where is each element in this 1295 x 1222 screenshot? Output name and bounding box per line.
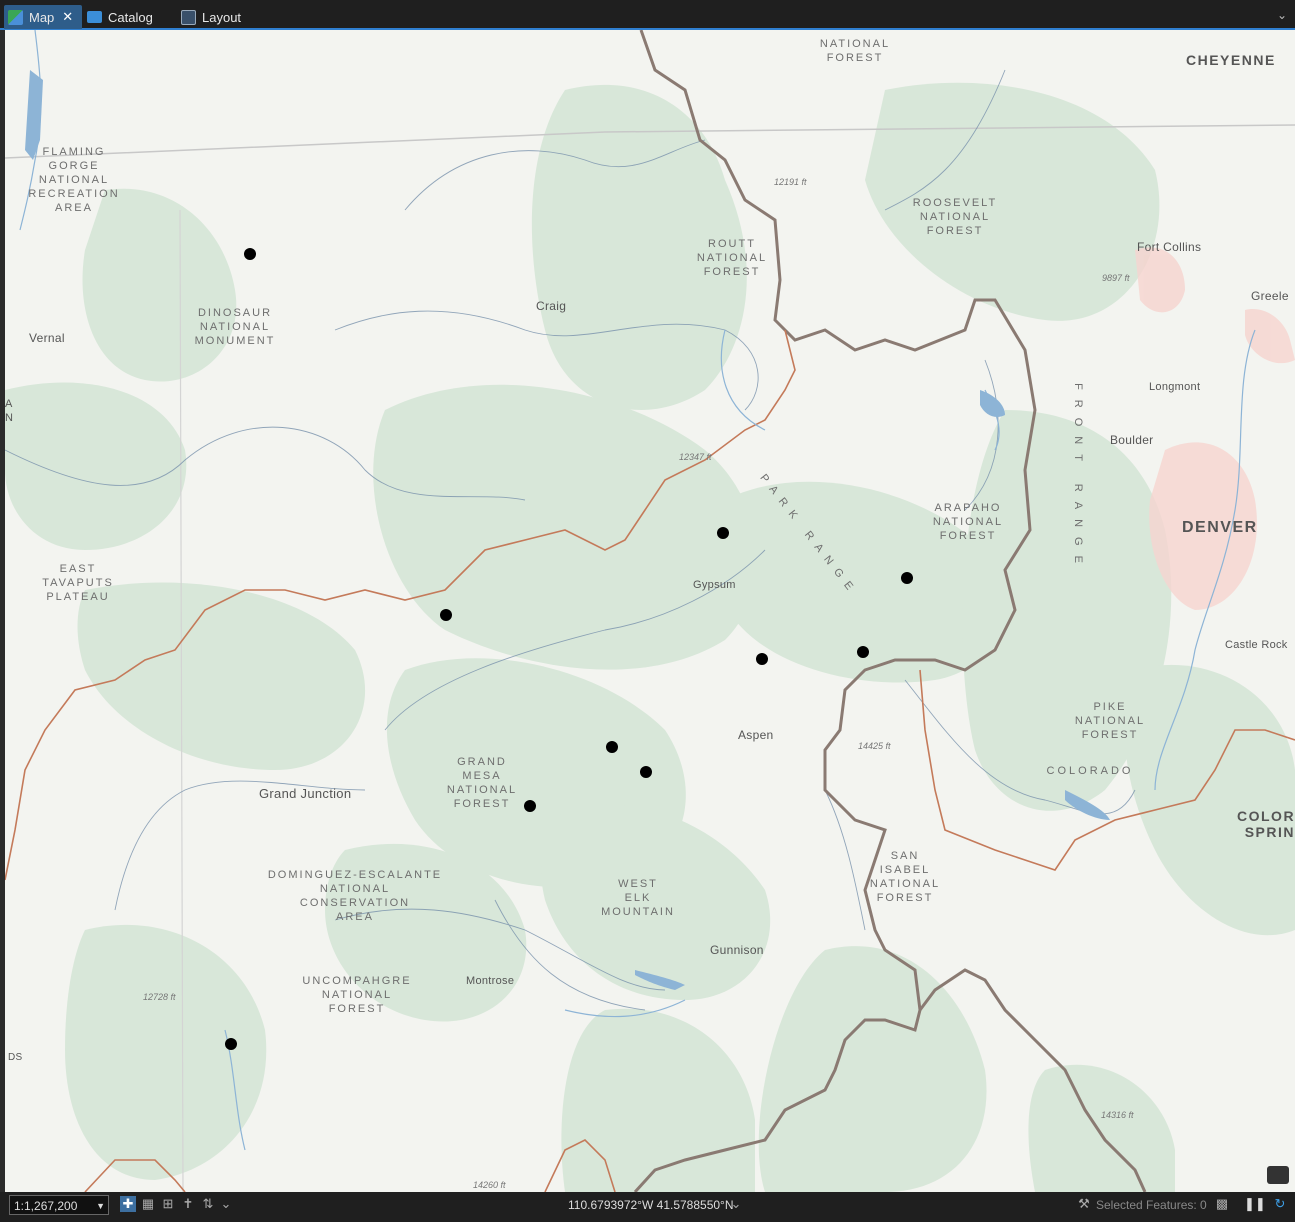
- elevation-label: 9897 ft: [1102, 273, 1130, 283]
- catalog-icon: [87, 11, 102, 23]
- city-label-grand-junction: Grand Junction: [259, 786, 352, 801]
- refresh-icon[interactable]: ↻: [1272, 1196, 1288, 1212]
- city-label-castle-rock: Castle Rock: [1225, 639, 1288, 651]
- north-arrow-icon[interactable]: ⇅: [200, 1196, 216, 1212]
- city-label-gypsum: Gypsum: [693, 579, 736, 591]
- city-label-aspen: Aspen: [738, 728, 774, 742]
- point-feature[interactable]: [440, 609, 452, 621]
- elevation-label: 12728 ft: [143, 992, 176, 1002]
- city-label-colorado-springs: COLORA SPRIN: [1237, 808, 1295, 840]
- city-label-craig: Craig: [536, 299, 567, 313]
- point-feature[interactable]: [225, 1038, 237, 1050]
- city-label-boulder: Boulder: [1110, 433, 1154, 447]
- map-view-tab-bar: Map ✕ Catalog Layout ⌄: [0, 0, 1295, 30]
- elevation-label: 12347 ft: [679, 452, 712, 462]
- chevron-down-icon[interactable]: ⌄: [1277, 8, 1287, 22]
- tab-catalog[interactable]: Catalog: [87, 5, 153, 29]
- basemap-graphics: [5, 30, 1295, 1192]
- area-label-national-forest-top: NATIONAL FOREST: [819, 38, 891, 64]
- elevation-label: 14425 ft: [858, 741, 891, 751]
- area-label-dinosaur: DINOSAUR NATIONAL MONUMENT: [194, 307, 276, 347]
- point-feature[interactable]: [857, 646, 869, 658]
- point-feature[interactable]: [640, 766, 652, 778]
- area-label-west-elk: WEST ELK MOUNTAIN: [601, 878, 675, 918]
- snapping-icon[interactable]: ⊞: [160, 1196, 176, 1212]
- city-label-montrose: Montrose: [466, 975, 515, 987]
- area-label-east-tavaputs: EAST TAVAPUTS PLATEAU: [42, 563, 114, 603]
- tab-layout[interactable]: Layout: [181, 5, 241, 29]
- tab-layout-label: Layout: [202, 9, 242, 25]
- area-label-uncompahgre: UNCOMPAHGRE NATIONAL FOREST: [302, 975, 412, 1015]
- navigator-icon[interactable]: [1267, 1166, 1289, 1184]
- area-label-grand-mesa: GRAND MESA NATIONAL FOREST: [446, 756, 518, 810]
- area-label-arapaho: ARAPAHO NATIONAL FOREST: [932, 502, 1004, 542]
- elevation-label: 14260 ft: [473, 1180, 506, 1190]
- tab-catalog-label: Catalog: [108, 9, 153, 25]
- constraint-icon[interactable]: ✝: [180, 1196, 196, 1212]
- area-label-flaming-gorge: FLAMING GORGE NATIONAL RECREATION AREA: [28, 146, 120, 214]
- scale-select[interactable]: 1:1,267,200 ▼: [9, 1195, 109, 1215]
- clear-selection-icon[interactable]: ▩: [1214, 1196, 1230, 1212]
- city-label-vernal: Vernal: [29, 331, 65, 345]
- area-label-san-isabel: SAN ISABEL NATIONAL FOREST: [869, 850, 941, 904]
- point-feature[interactable]: [901, 572, 913, 584]
- tab-map-label: Map: [29, 9, 55, 25]
- city-label-left-ds: DS: [8, 1052, 23, 1063]
- map-canvas[interactable]: FLAMING GORGE NATIONAL RECREATION AREA D…: [5, 30, 1295, 1192]
- pause-icon[interactable]: ❚❚: [1244, 1196, 1266, 1212]
- chevron-down-icon: ▼: [96, 1201, 105, 1211]
- coordinate-readout: 110.6793972°W 41.5788550°N: [568, 1198, 734, 1212]
- city-label-cheyenne: CHEYENNE: [1186, 52, 1276, 68]
- area-label-routt: ROUTT NATIONAL FOREST: [696, 238, 768, 278]
- city-label-longmont: Longmont: [1149, 381, 1201, 393]
- city-label-gunnison: Gunnison: [710, 943, 764, 957]
- selected-features-icon: ⚒: [1078, 1196, 1090, 1211]
- elevation-label: 14316 ft: [1101, 1110, 1134, 1120]
- area-label-pike: PIKE NATIONAL FOREST: [1074, 701, 1146, 741]
- area-label-colorado: COLORADO: [1046, 765, 1134, 777]
- city-label-fort-collins: Fort Collins: [1137, 240, 1202, 254]
- city-label-left-a: A N: [5, 398, 14, 424]
- map-icon: [8, 9, 23, 25]
- point-feature[interactable]: [606, 741, 618, 753]
- selected-features-count: Selected Features: 0: [1096, 1198, 1207, 1212]
- point-feature[interactable]: [756, 653, 768, 665]
- tab-map[interactable]: Map ✕: [4, 5, 82, 29]
- area-label-dominguez: DOMINGUEZ-ESCALANTE NATIONAL CONSERVATIO…: [267, 869, 443, 923]
- layout-icon: [181, 9, 196, 25]
- chevron-down-icon[interactable]: ⌄: [728, 1196, 744, 1212]
- chevron-down-icon[interactable]: ⌄: [218, 1196, 234, 1212]
- city-label-denver: DENVER: [1182, 519, 1258, 536]
- elevation-label: 12191 ft: [774, 177, 807, 187]
- city-label-greeley: Greele: [1251, 289, 1289, 303]
- point-feature[interactable]: [244, 248, 256, 260]
- area-label-front-range: FRONT RANGE: [1072, 383, 1084, 573]
- area-label-roosevelt: ROOSEVELT NATIONAL FOREST: [912, 197, 998, 237]
- close-icon[interactable]: ✕: [62, 9, 73, 25]
- navigate-tool-icon[interactable]: ✚: [120, 1196, 136, 1212]
- point-feature[interactable]: [717, 527, 729, 539]
- scale-value: 1:1,267,200: [14, 1199, 78, 1213]
- grid-icon[interactable]: ▦: [140, 1196, 156, 1212]
- map-status-bar: 1:1,267,200 ▼ ✚ ▦ ⊞ ✝ ⇅ ⌄ 110.6793972°W …: [0, 1192, 1295, 1222]
- point-feature[interactable]: [524, 800, 536, 812]
